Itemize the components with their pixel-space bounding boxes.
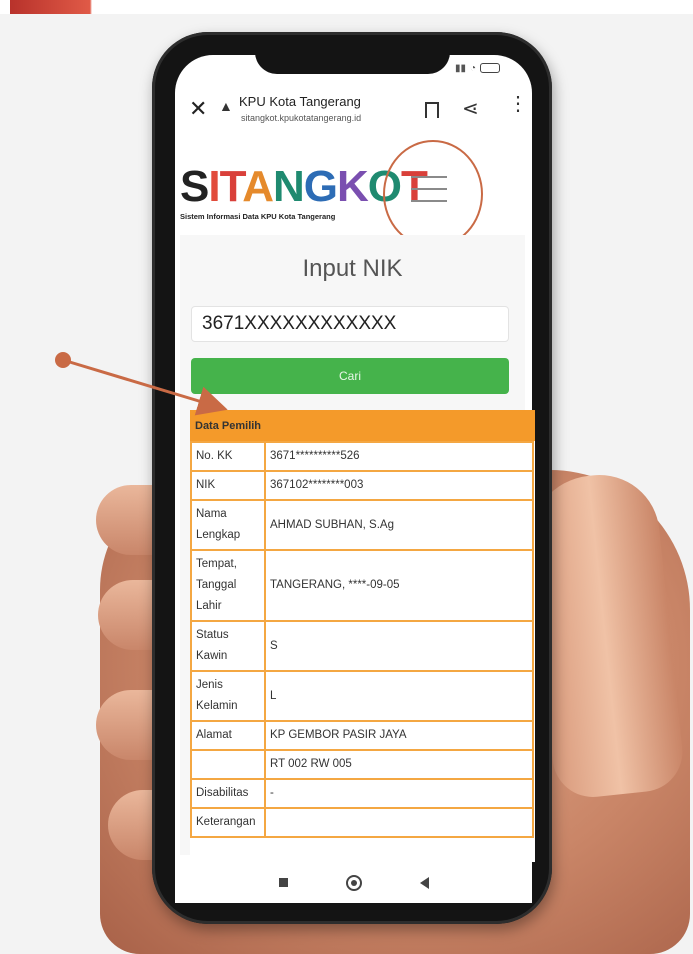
annotation-arrow	[55, 352, 228, 416]
arrow-line	[62, 358, 228, 416]
